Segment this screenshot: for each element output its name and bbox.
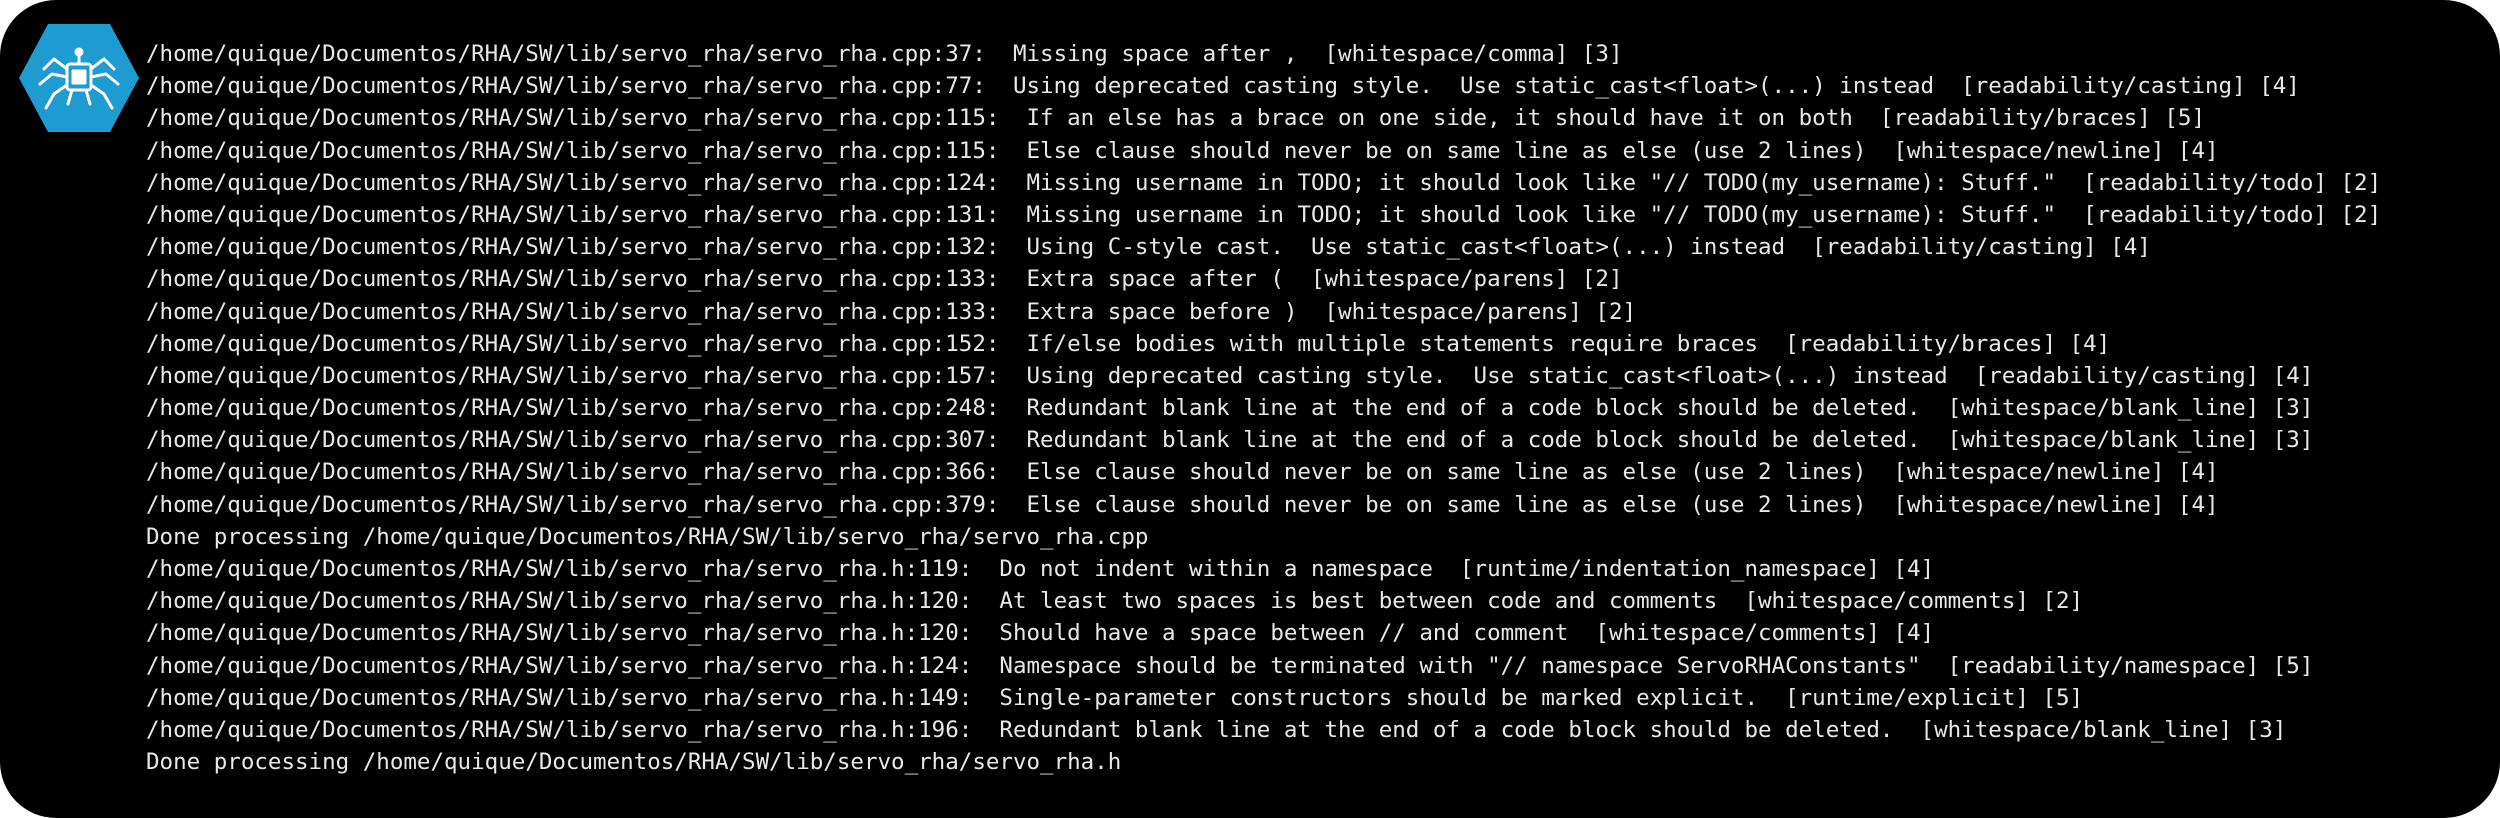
terminal-line: Done processing /home/quique/Documentos/… (146, 523, 1149, 550)
terminal-line: /home/quique/Documentos/RHA/SW/lib/servo… (146, 395, 2314, 422)
terminal-line: /home/quique/Documentos/RHA/SW/lib/servo… (146, 459, 2219, 486)
terminal-line: Done processing /home/quique/Documentos/… (146, 749, 1122, 776)
terminal-line: /home/quique/Documentos/RHA/SW/lib/servo… (146, 491, 2219, 518)
terminal-line: /home/quique/Documentos/RHA/SW/lib/servo… (146, 362, 2314, 389)
terminal-line: /home/quique/Documentos/RHA/SW/lib/servo… (146, 105, 2206, 132)
terminal-line: /home/quique/Documentos/RHA/SW/lib/servo… (146, 620, 1935, 647)
terminal-line: /home/quique/Documentos/RHA/SW/lib/servo… (146, 652, 2314, 679)
terminal-line: /home/quique/Documentos/RHA/SW/lib/servo… (146, 234, 2151, 261)
terminal-line: /home/quique/Documentos/RHA/SW/lib/servo… (146, 41, 1623, 67)
terminal-line: /home/quique/Documentos/RHA/SW/lib/servo… (146, 427, 2314, 454)
terminal-line: /home/quique/Documentos/RHA/SW/lib/servo… (146, 684, 2084, 711)
terminal-line: /home/quique/Documentos/RHA/SW/lib/servo… (146, 137, 2219, 164)
terminal-line: /home/quique/Documentos/RHA/SW/lib/servo… (146, 169, 2382, 196)
terminal-line: /home/quique/Documentos/RHA/SW/lib/servo… (146, 201, 2382, 228)
terminal-line: /home/quique/Documentos/RHA/SW/lib/servo… (146, 330, 2111, 357)
terminal-line: /home/quique/Documentos/RHA/SW/lib/servo… (146, 716, 2287, 743)
terminal-line: /home/quique/Documentos/RHA/SW/lib/servo… (146, 556, 1935, 582)
terminal-line: /home/quique/Documentos/RHA/SW/lib/servo… (146, 73, 2300, 100)
robot-spider-logo-icon (19, 24, 139, 132)
terminal-window[interactable]: /home/quique/Documentos/RHA/SW/lib/servo… (0, 0, 2500, 818)
terminal-line: /home/quique/Documentos/RHA/SW/lib/servo… (146, 298, 1637, 325)
terminal-line: /home/quique/Documentos/RHA/SW/lib/servo… (146, 266, 1623, 293)
terminal-line: /home/quique/Documentos/RHA/SW/lib/servo… (146, 588, 2084, 615)
terminal-output: /home/quique/Documentos/RHA/SW/lib/servo… (146, 38, 2500, 778)
